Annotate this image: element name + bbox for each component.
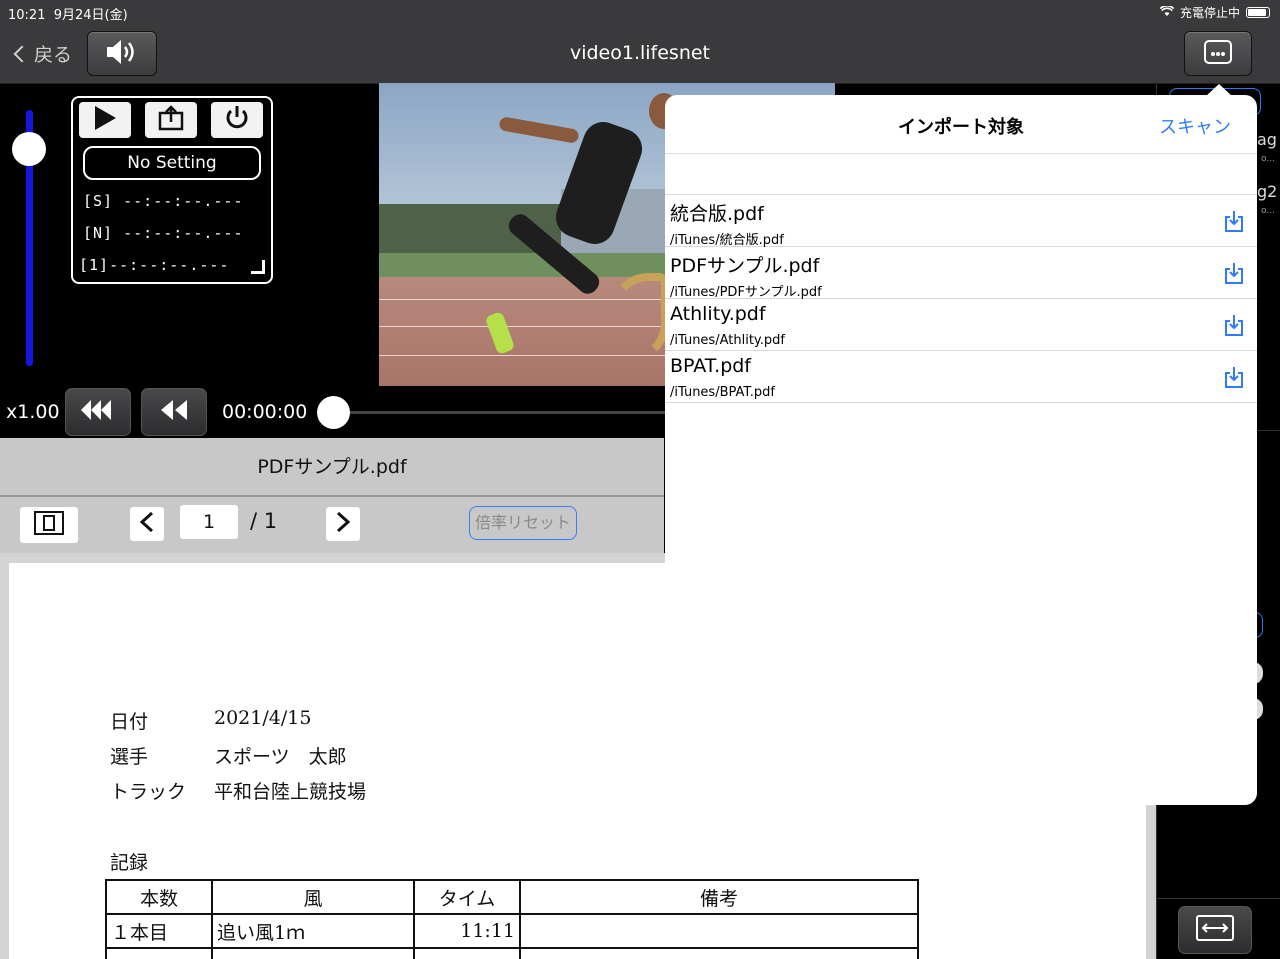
play-button[interactable] [79,102,131,138]
file-path: /iTunes/BPAT.pdf [670,385,776,400]
col-count: 本数 [105,879,213,915]
record-table: 本数 風 タイム 備考 １本目 追い風1ｍ 11:11 [105,879,919,959]
pdf-toolbar: 1 / 1 倍率リセット [0,497,664,553]
file-name: BPAT.pdf [670,355,752,377]
rewind-icon [158,398,190,426]
playback-control-panel: No Setting [S] --:--:--.--- [N] --:--:--… [71,96,273,284]
seek-bar[interactable] [348,411,668,414]
timecode-now: [N] --:--:--.--- [83,224,244,242]
panel-item-1[interactable]: ag [1257,130,1277,149]
record-label: 記録 [110,852,149,874]
page-title: video1.lifesnet [569,42,711,64]
list-item[interactable]: 統合版.pdf /iTunes/統合版.pdf [665,195,1257,248]
cell-time: 11:11 [413,913,521,949]
status-bar: 10:21 9月24日(金) 充電停止中 [0,0,1280,24]
panel-item-2[interactable]: g2 [1257,182,1277,201]
no-setting-button[interactable]: No Setting [83,146,261,180]
athlete-label: 選手 [110,746,149,768]
import-icon[interactable] [1223,313,1245,337]
wifi-icon [1159,4,1175,20]
fast-rewind-button[interactable] [65,388,131,436]
more-icon [1203,39,1233,69]
scan-button[interactable]: スキャン [1159,113,1231,139]
rewind-button[interactable] [141,388,207,436]
cell-count: １本目 [105,913,213,949]
popover-header: インポート対象 スキャン [665,95,1257,154]
menu-button[interactable] [1184,31,1252,76]
status-date: 9月24日(金) [53,8,128,23]
file-path: /iTunes/PDFサンプル.pdf [670,285,822,300]
import-icon[interactable] [1223,261,1245,285]
pdf-title: PDFサンプル.pdf [257,456,407,478]
page-total: / 1 [250,509,278,533]
timecode-lap: [1]--:--:--.--- [79,256,230,274]
single-page-icon [33,510,65,540]
file-name: PDFサンプル.pdf [670,255,820,277]
cell-wind: 追い風1ｍ [211,913,415,949]
list-item[interactable]: PDFサンプル.pdf /iTunes/PDFサンプル.pdf [665,247,1257,300]
list-item[interactable]: Athlity.pdf /iTunes/Athlity.pdf [665,299,1257,351]
file-path: /iTunes/統合版.pdf [670,233,784,248]
volume-slider-thumb[interactable] [12,132,46,166]
page-number-input[interactable]: 1 [180,505,238,539]
page-view-button[interactable] [20,507,78,543]
seek-thumb[interactable] [317,396,350,429]
charging-status: 充電停止中 [1179,6,1240,20]
col-wind: 風 [211,879,415,915]
file-name: Athlity.pdf [670,303,766,325]
athlete-value: スポーツ 太郎 [214,746,347,768]
power-button[interactable] [211,102,263,138]
fit-width-button[interactable] [1178,906,1252,954]
track-label: トラック [110,781,187,803]
prev-page-button[interactable] [130,507,164,541]
cell-note [519,913,919,949]
zoom-reset-button[interactable]: 倍率リセット [469,506,577,540]
status-time: 10:21 [8,8,46,23]
current-time: 00:00:00 [222,401,308,423]
table-row: １本目 追い風1ｍ 11:11 [105,913,919,949]
panel-item-1-sub: o... [1261,154,1275,164]
import-popover: インポート対象 スキャン 統合版.pdf /iTunes/統合版.pdf PDF… [665,95,1257,805]
fit-width-icon [1195,914,1235,946]
playback-speed[interactable]: x1.00 [6,401,60,423]
date-label: 日付 [110,711,149,733]
timecode-start: [S] --:--:--.--- [83,192,244,210]
file-path: /iTunes/Athlity.pdf [670,333,785,348]
pdf-title-bar: PDFサンプル.pdf [0,438,664,497]
col-note: 備考 [519,879,919,915]
table-header-row: 本数 風 タイム 備考 [105,879,919,915]
power-icon [223,104,251,136]
file-name: 統合版.pdf [670,203,764,225]
date-value: 2021/4/15 [214,707,312,729]
chevron-right-icon [335,511,351,536]
chevron-left-icon [139,511,155,536]
col-time: タイム [413,879,521,915]
track-value: 平和台陸上競技場 [214,781,367,803]
import-icon[interactable] [1223,209,1245,233]
panel-item-2-sub: o... [1261,206,1275,216]
share-icon [157,104,185,136]
import-icon[interactable] [1223,365,1245,389]
play-icon [92,104,118,136]
navigation-bar: 戻る video1.lifesnet [0,24,1280,84]
fast-rewind-icon [79,398,117,426]
list-item[interactable]: BPAT.pdf /iTunes/BPAT.pdf [665,351,1257,403]
table-row [105,947,919,959]
battery-icon [1246,7,1270,18]
resize-corner-icon [251,260,265,274]
share-button[interactable] [145,102,197,138]
next-page-button[interactable] [326,507,360,541]
